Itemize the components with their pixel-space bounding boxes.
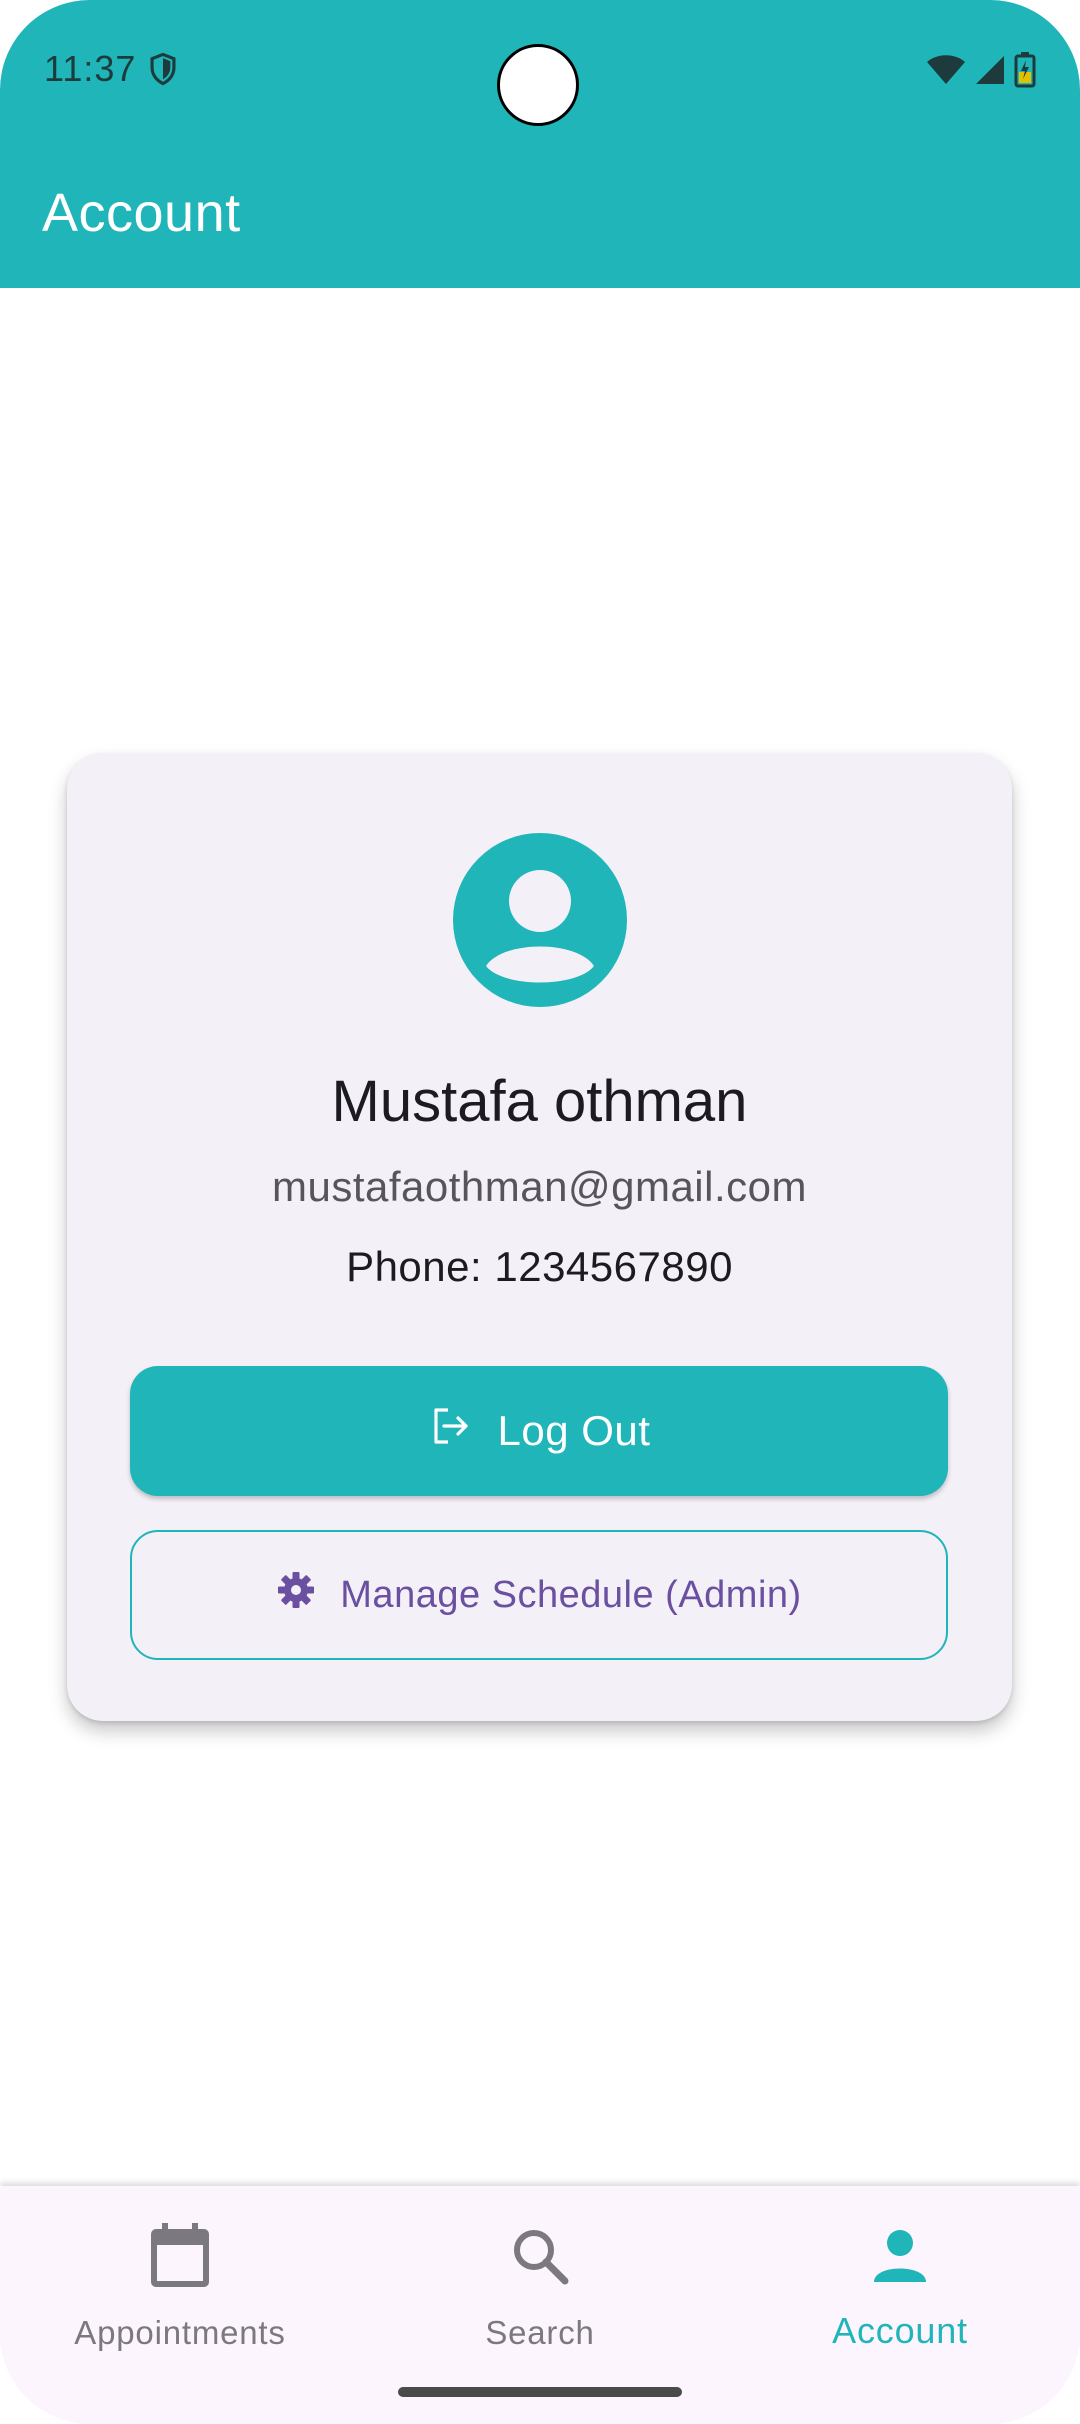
nav-label-search: Search (485, 2314, 595, 2351)
home-indicator[interactable] (398, 2387, 682, 2397)
nav-label-account: Account (832, 2310, 968, 2351)
app-bar: 11:37 Account (0, 0, 1080, 288)
page-title: Account (42, 183, 241, 243)
user-email: mustafaothman@gmail.com (271, 1163, 807, 1210)
search-icon (510, 2216, 570, 2296)
user-name: Mustafa othman (331, 1069, 748, 1134)
status-icons (926, 52, 1036, 93)
logout-button[interactable]: Log Out (130, 1366, 948, 1496)
user-phone: Phone: 1234567890 (346, 1243, 733, 1290)
manage-schedule-label: Manage Schedule (Admin) (340, 1573, 802, 1616)
manage-schedule-button[interactable]: Manage Schedule (Admin) (130, 1530, 948, 1660)
calendar-icon (148, 2216, 212, 2296)
nav-item-search[interactable]: Search (360, 2216, 720, 2376)
status-time: 11:37 (44, 48, 137, 89)
person-icon (870, 2216, 930, 2296)
wifi-icon (926, 54, 966, 91)
nav-label-appointments: Appointments (74, 2314, 286, 2351)
phone-screen: 11:37 Account Mustafa othman mustafaothm… (0, 0, 1080, 2424)
nav-item-appointments[interactable]: Appointments (0, 2216, 360, 2376)
gear-icon (276, 1570, 316, 1620)
avatar-icon (453, 833, 627, 1007)
logout-icon (428, 1404, 472, 1458)
profile-card: Mustafa othman mustafaothman@gmail.com P… (67, 753, 1012, 1721)
logout-button-label: Log Out (497, 1407, 651, 1454)
battery-icon (1014, 52, 1036, 93)
camera-cutout (497, 44, 579, 126)
shield-icon (148, 52, 178, 91)
cellular-signal-icon (974, 54, 1006, 91)
nav-item-account[interactable]: Account (720, 2216, 1080, 2376)
